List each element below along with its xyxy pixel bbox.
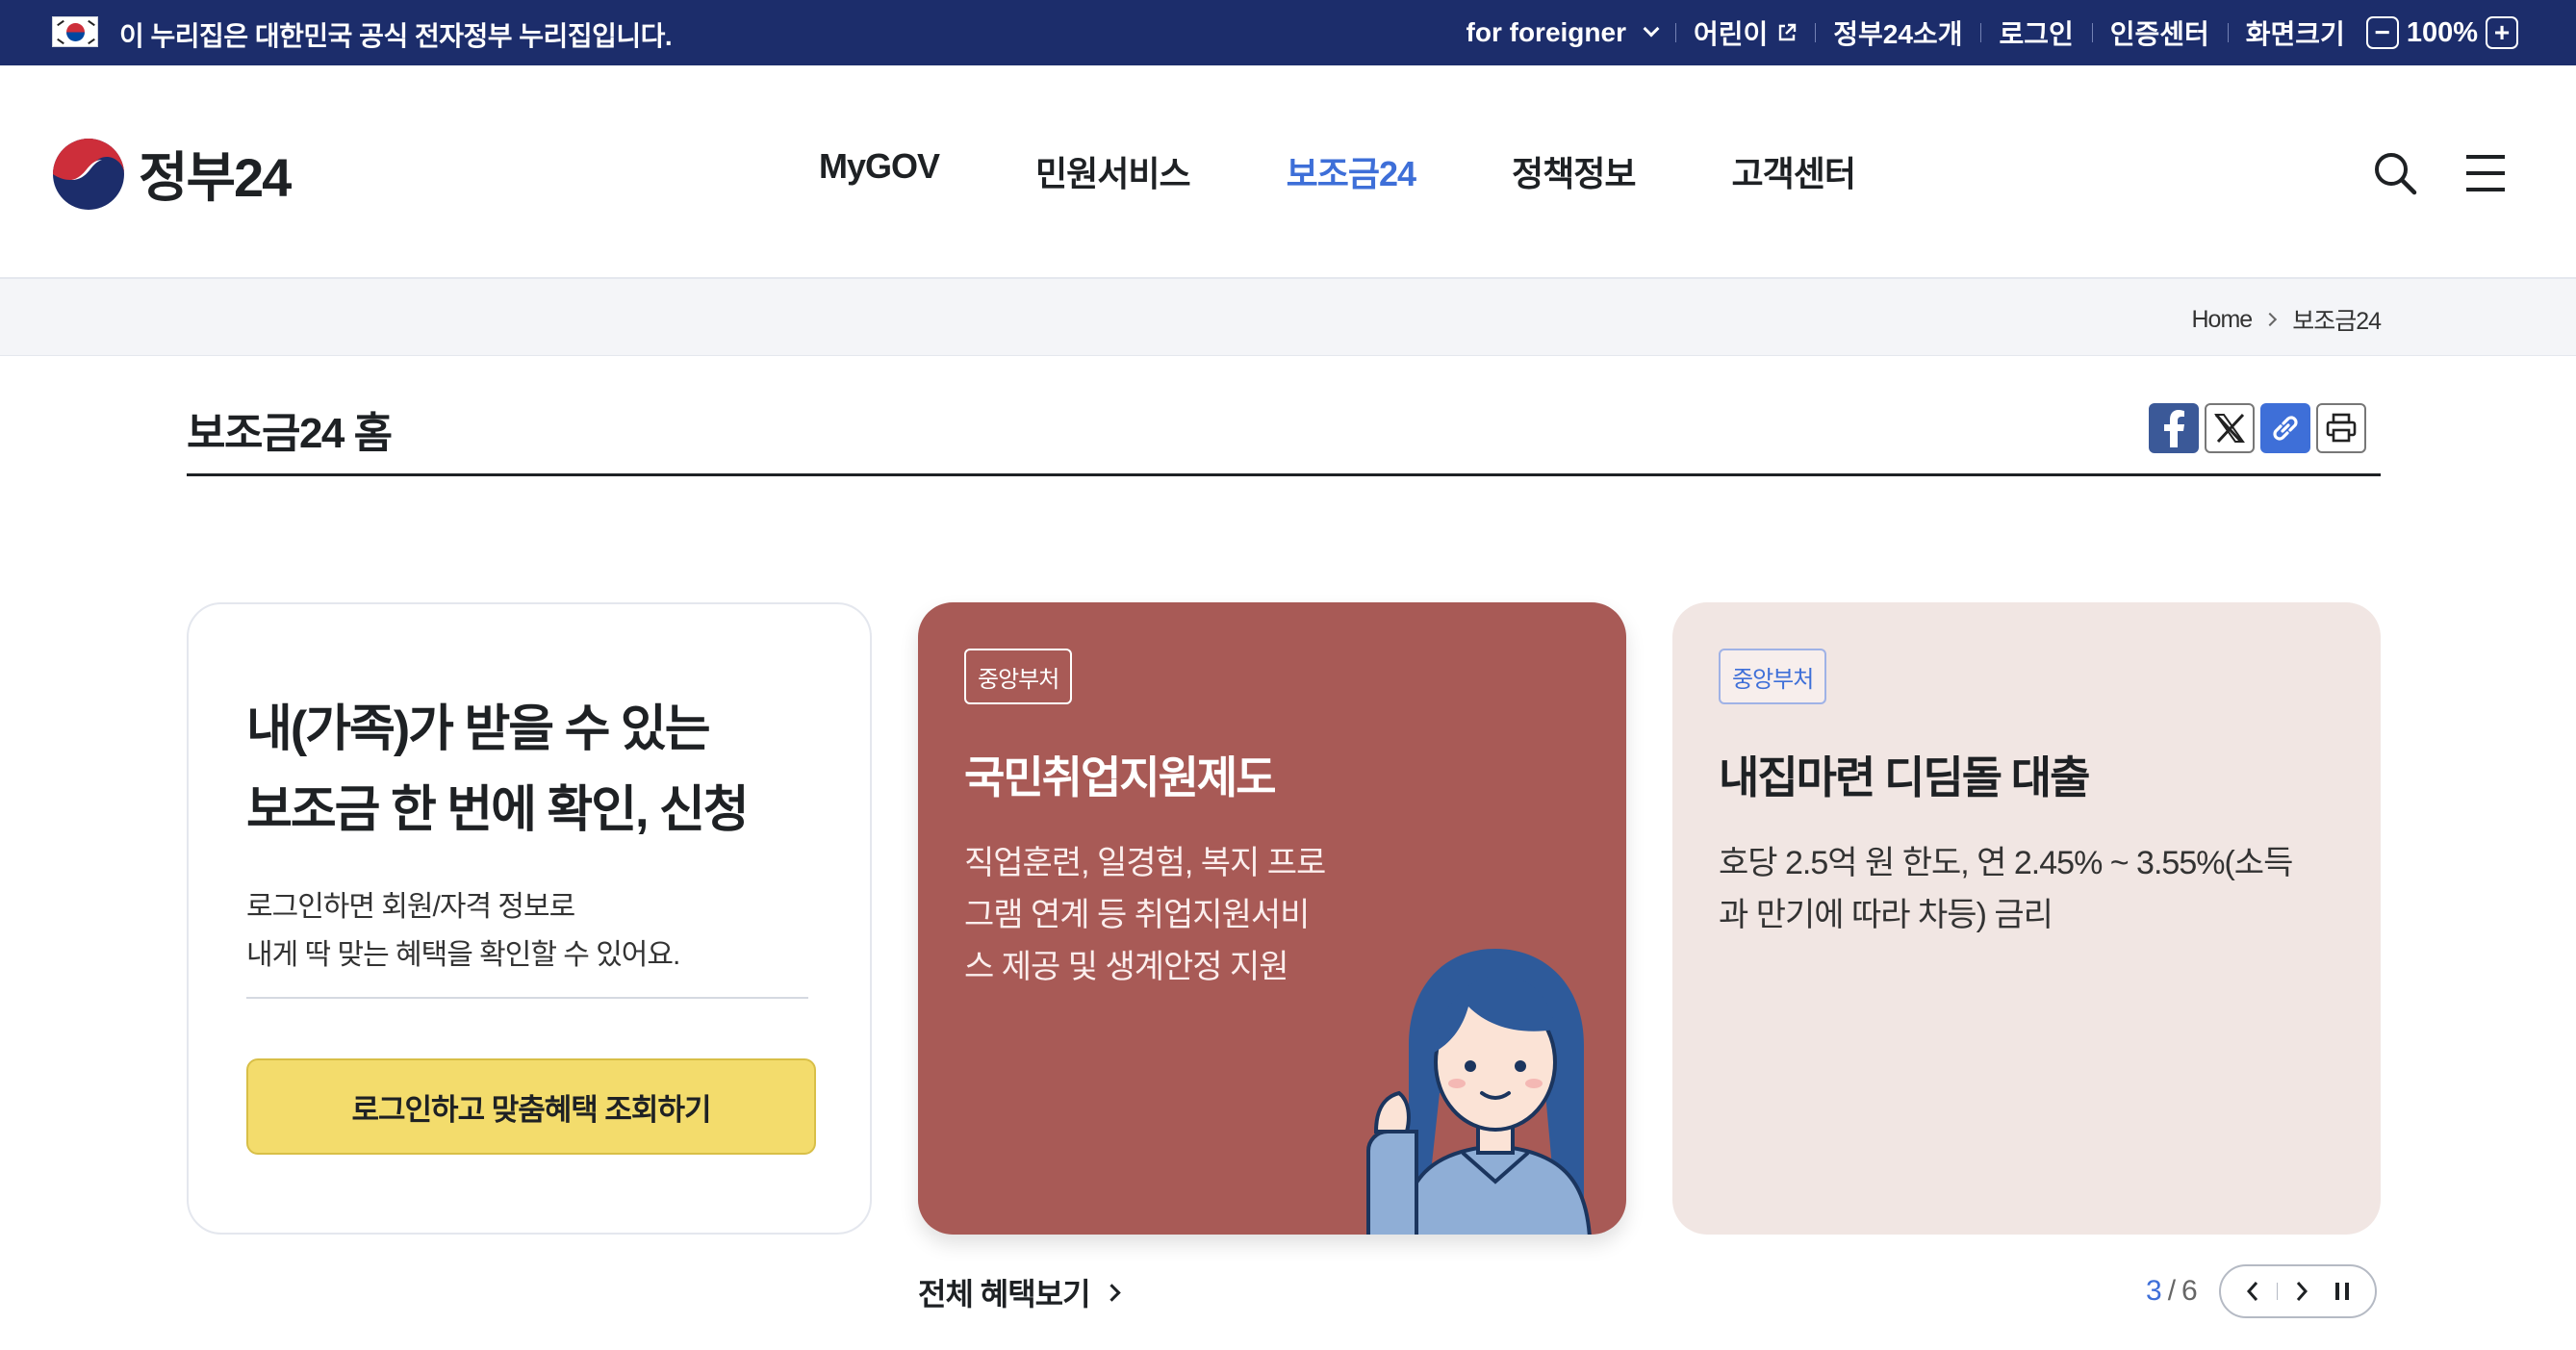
gov24-logo[interactable]: 정부24 — [52, 135, 292, 213]
login-link[interactable]: 로그인 — [1980, 0, 2091, 65]
nav-customer-center[interactable]: 고객센터 — [1732, 146, 1856, 196]
korea-flag-icon — [52, 16, 98, 47]
search-icon[interactable] — [2372, 150, 2418, 196]
header-actions — [2372, 150, 2507, 196]
breadcrumb-band: Home 보조금24 — [0, 279, 2576, 356]
next-slide-button[interactable] — [2284, 1274, 2319, 1309]
login-card-description: 로그인하면 회원/자격 정보로 내게 딱 맞는 혜택을 확인할 수 있어요. — [246, 891, 680, 971]
promo-description: 직업훈련, 일경험, 복지 프로 그램 연계 등 취업지원서비 스 제공 및 생… — [964, 845, 1326, 985]
government-emblem-icon — [53, 138, 124, 210]
zoom-out-button[interactable]: − — [2365, 16, 2399, 49]
login-card-divider — [246, 997, 808, 999]
chevron-right-icon — [2263, 312, 2278, 327]
chevron-left-icon — [2247, 1282, 2258, 1301]
nav-civil-services[interactable]: 민원서비스 — [1035, 146, 1191, 196]
promo-description: 호당 2.5억 원 한도, 연 2.45% ~ 3.55%(소득 과 만기에 따… — [1719, 845, 2293, 933]
share-tools — [2143, 403, 2366, 453]
pause-icon — [2335, 1283, 2350, 1300]
view-all-benefits-link[interactable]: 전체 혜택보기 — [918, 1270, 1121, 1314]
certification-center-link[interactable]: 인증센터 — [2091, 0, 2228, 65]
for-foreigner-dropdown[interactable]: for foreigner — [1448, 0, 1675, 65]
carousel-pager: 3 / 6 — [2146, 1264, 2377, 1318]
login-benefit-card: 내(가족)가 받을 수 있는 보조금 한 번에 확인, 신청 로그인하면 회원/… — [187, 602, 872, 1235]
kids-link[interactable]: 어린이 — [1674, 0, 1815, 65]
current-slide-number: 3 — [2146, 1275, 2162, 1307]
chevron-right-icon — [1102, 1283, 1121, 1302]
promo-card-home-loan[interactable]: 중앙부처 내집마련 디딤돌 대출 호당 2.5억 원 한도, 연 2.45% ~… — [1672, 602, 2381, 1235]
breadcrumb-home[interactable]: Home — [2192, 306, 2254, 334]
total-slide-count: 6 — [2181, 1275, 2198, 1307]
logo-text: 정부24 — [139, 147, 292, 208]
person-illustration — [1366, 949, 1592, 1235]
page-title: 보조금24 홈 — [187, 410, 393, 457]
facebook-share-button[interactable] — [2149, 403, 2199, 453]
link-icon — [2273, 416, 2298, 441]
category-tag: 중앙부처 — [1719, 649, 1827, 704]
chevron-down-icon — [1643, 20, 1660, 38]
carousel-controls — [2218, 1264, 2377, 1318]
login-card-headline: 내(가족)가 받을 수 있는 보조금 한 번에 확인, 신청 — [246, 701, 750, 838]
breadcrumb-current[interactable]: 보조금24 — [2292, 302, 2382, 337]
screen-size-control: 화면크기 − 100% + — [2227, 0, 2576, 65]
x-share-button[interactable] — [2205, 403, 2255, 453]
gov-official-banner: 이 누리집은 대한민국 공식 전자정부 누리집입니다. for foreigne… — [0, 0, 2576, 65]
nav-mygov[interactable]: MyGOV — [819, 146, 940, 196]
x-logo-icon — [2214, 413, 2245, 444]
gov24-intro-link[interactable]: 정부24소개 — [1815, 0, 1980, 65]
title-divider — [187, 473, 2381, 476]
site-header: 정부24 MyGOV 민원서비스 보조금24 정책정보 고객센터 — [0, 65, 2576, 279]
previous-slide-button[interactable] — [2235, 1274, 2270, 1309]
main-navigation: MyGOV 민원서비스 보조금24 정책정보 고객센터 — [819, 146, 1951, 196]
promo-title: 내집마련 디딤돌 대출 — [1719, 752, 2090, 802]
breadcrumb: Home 보조금24 — [2192, 302, 2382, 337]
zoom-level: 100% — [2406, 16, 2478, 48]
category-tag: 중앙부처 — [964, 649, 1073, 704]
menu-hamburger-icon[interactable] — [2464, 154, 2507, 192]
pager-separator: / — [2167, 1275, 2177, 1307]
promo-title: 국민취업지원제도 — [964, 752, 1277, 802]
printer-icon — [2326, 413, 2357, 443]
facebook-icon — [2164, 410, 2184, 447]
utility-links: for foreigner 어린이 정부24소개 로그인 인증센터 화면크기 −… — [1448, 0, 2576, 65]
chevron-right-icon — [2296, 1282, 2308, 1301]
login-and-check-benefits-button[interactable]: 로그인하고 맞춤혜택 조회하기 — [246, 1058, 816, 1155]
external-link-icon — [1779, 23, 1797, 41]
nav-policy-info[interactable]: 정책정보 — [1512, 146, 1636, 196]
print-button[interactable] — [2316, 403, 2366, 453]
nav-subsidy24[interactable]: 보조금24 — [1287, 146, 1416, 196]
official-site-notice[interactable]: 이 누리집은 대한민국 공식 전자정부 누리집입니다. — [119, 15, 673, 54]
promo-card-employment-support[interactable]: 중앙부처 국민취업지원제도 직업훈련, 일경험, 복지 프로 그램 연계 등 취… — [918, 602, 1626, 1235]
zoom-in-button[interactable]: + — [2486, 16, 2518, 49]
copy-link-button[interactable] — [2260, 403, 2310, 453]
pause-slideshow-button[interactable] — [2325, 1274, 2359, 1309]
